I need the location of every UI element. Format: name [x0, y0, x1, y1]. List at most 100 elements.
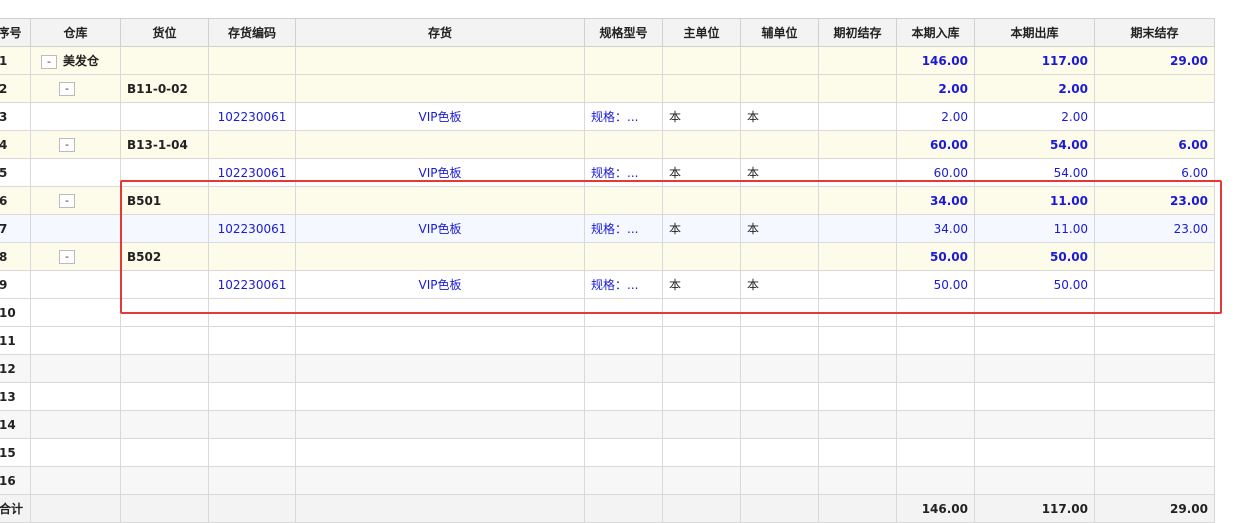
out-qty-cell: 54.00 — [974, 130, 1095, 159]
spec-cell: 规格：... — [584, 158, 663, 187]
in-qty-cell: 146.00 — [896, 46, 975, 75]
in-qty-cell: 50.00 — [896, 270, 975, 299]
warehouse-cell — [30, 214, 121, 243]
table-row[interactable]: 2 - B11-0-02 2.00 2.00 — [0, 74, 1215, 103]
empty-row[interactable]: 14 — [0, 410, 1215, 439]
spec-cell — [584, 46, 663, 75]
location-cell — [120, 270, 209, 299]
col-header-item-code[interactable]: 存货编码 — [208, 18, 296, 47]
item-code-cell — [208, 130, 296, 159]
item-code-cell — [208, 186, 296, 215]
item-code-cell: 102230061 — [208, 102, 296, 131]
closing-cell — [1094, 102, 1215, 131]
spec-cell: 规格：... — [584, 102, 663, 131]
empty-row[interactable]: 15 — [0, 438, 1215, 467]
closing-cell: 29.00 — [1094, 46, 1215, 75]
sub-unit-cell: 本 — [740, 102, 819, 131]
location-cell: B501 — [120, 186, 209, 215]
location-cell — [120, 46, 209, 75]
table-row[interactable]: 3 102230061 VIP色板 规格：... 本 本 2.00 2.00 — [0, 102, 1215, 131]
table-row[interactable]: 6 - B501 34.00 11.00 23.00 — [0, 186, 1215, 215]
spec-cell — [584, 186, 663, 215]
warehouse-cell: - — [30, 74, 121, 103]
opening-cell — [818, 130, 897, 159]
sub-unit-cell: 本 — [740, 158, 819, 187]
opening-cell — [818, 46, 897, 75]
col-header-closing[interactable]: 期末结存 — [1094, 18, 1215, 47]
collapse-icon[interactable]: - — [59, 81, 75, 96]
item-cell: VIP色板 — [295, 214, 585, 243]
empty-row[interactable]: 11 — [0, 326, 1215, 355]
total-closing: 29.00 — [1094, 494, 1215, 523]
col-header-item[interactable]: 存货 — [295, 18, 585, 47]
out-qty-cell: 50.00 — [974, 270, 1095, 299]
total-in-qty: 146.00 — [896, 494, 975, 523]
main-unit-cell: 本 — [662, 158, 741, 187]
sub-unit-cell — [740, 46, 819, 75]
main-unit-cell: 本 — [662, 102, 741, 131]
sub-unit-cell: 本 — [740, 214, 819, 243]
empty-row[interactable]: 13 — [0, 382, 1215, 411]
location-cell: B502 — [120, 242, 209, 271]
out-qty-cell: 2.00 — [974, 102, 1095, 131]
opening-cell — [818, 74, 897, 103]
location-cell — [120, 102, 209, 131]
out-qty-cell: 117.00 — [974, 46, 1095, 75]
item-cell — [295, 242, 585, 271]
table-row[interactable]: 7 102230061 VIP色板 规格：... 本 本 34.00 11.00… — [0, 214, 1215, 243]
closing-cell — [1094, 242, 1215, 271]
collapse-icon[interactable]: - — [59, 193, 75, 208]
warehouse-cell — [30, 102, 121, 131]
opening-cell — [818, 186, 897, 215]
col-header-spec[interactable]: 规格型号 — [584, 18, 663, 47]
item-code-cell: 102230061 — [208, 270, 296, 299]
item-code-cell: 102230061 — [208, 214, 296, 243]
collapse-icon[interactable]: - — [59, 137, 75, 152]
table-row[interactable]: 9 102230061 VIP色板 规格：... 本 本 50.00 50.00 — [0, 270, 1215, 299]
sub-unit-cell — [740, 186, 819, 215]
warehouse-cell: - — [30, 186, 121, 215]
table-row[interactable]: 4 - B13-1-04 60.00 54.00 6.00 — [0, 130, 1215, 159]
closing-cell: 23.00 — [1094, 214, 1215, 243]
location-cell — [120, 158, 209, 187]
col-header-sub-unit[interactable]: 辅单位 — [740, 18, 819, 47]
col-header-in[interactable]: 本期入库 — [896, 18, 975, 47]
main-unit-cell — [662, 46, 741, 75]
item-code-cell — [208, 242, 296, 271]
col-header-out[interactable]: 本期出库 — [974, 18, 1095, 47]
col-header-warehouse[interactable]: 仓库 — [30, 18, 121, 47]
empty-row[interactable]: 16 — [0, 466, 1215, 495]
table-row[interactable]: 5 102230061 VIP色板 规格：... 本 本 60.00 54.00… — [0, 158, 1215, 187]
opening-cell — [818, 242, 897, 271]
row-seq: 6 — [0, 186, 31, 215]
collapse-icon[interactable]: - — [41, 54, 57, 69]
empty-row[interactable]: 10 — [0, 298, 1215, 327]
item-cell: VIP色板 — [295, 158, 585, 187]
table-row[interactable]: 1 -美发仓 146.00 117.00 29.00 — [0, 46, 1215, 75]
table-row[interactable]: 8 - B502 50.00 50.00 — [0, 242, 1215, 271]
in-qty-cell: 60.00 — [896, 158, 975, 187]
row-seq: 15 — [0, 438, 31, 467]
col-header-location[interactable]: 货位 — [120, 18, 209, 47]
opening-cell — [818, 270, 897, 299]
item-cell — [295, 74, 585, 103]
closing-cell: 23.00 — [1094, 186, 1215, 215]
opening-cell — [818, 214, 897, 243]
out-qty-cell: 11.00 — [974, 186, 1095, 215]
col-header-seq[interactable]: 序号 — [0, 18, 31, 47]
empty-row[interactable]: 12 — [0, 354, 1215, 383]
main-unit-cell — [662, 242, 741, 271]
col-header-main-unit[interactable]: 主单位 — [662, 18, 741, 47]
row-seq: 5 — [0, 158, 31, 187]
spec-cell: 规格：... — [584, 214, 663, 243]
warehouse-cell: - 美发仓 — [30, 46, 121, 75]
collapse-icon[interactable]: - — [59, 249, 75, 264]
in-qty-cell: 34.00 — [896, 186, 975, 215]
opening-cell — [818, 158, 897, 187]
warehouse-cell — [30, 158, 121, 187]
row-seq: 8 — [0, 242, 31, 271]
col-header-opening[interactable]: 期初结存 — [818, 18, 897, 47]
row-seq: 14 — [0, 410, 31, 439]
spec-cell: 规格：... — [584, 270, 663, 299]
in-qty-cell: 34.00 — [896, 214, 975, 243]
